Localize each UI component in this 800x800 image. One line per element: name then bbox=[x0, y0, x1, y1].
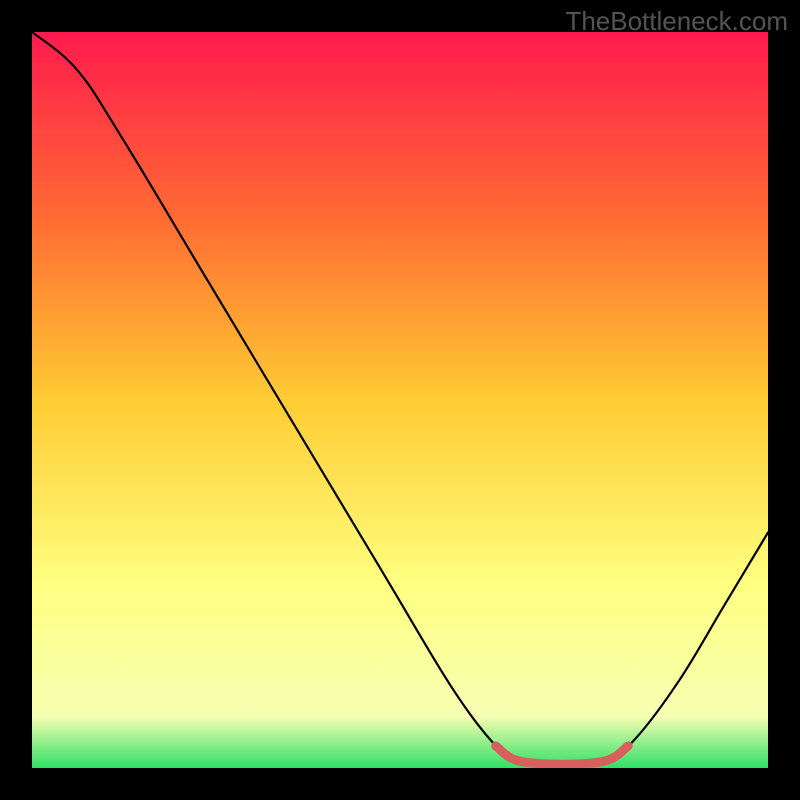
gradient-background bbox=[32, 32, 768, 768]
chart-svg bbox=[32, 32, 768, 768]
chart-frame: TheBottleneck.com bbox=[0, 0, 800, 800]
watermark-text: TheBottleneck.com bbox=[565, 6, 788, 37]
plot-area bbox=[32, 32, 768, 768]
